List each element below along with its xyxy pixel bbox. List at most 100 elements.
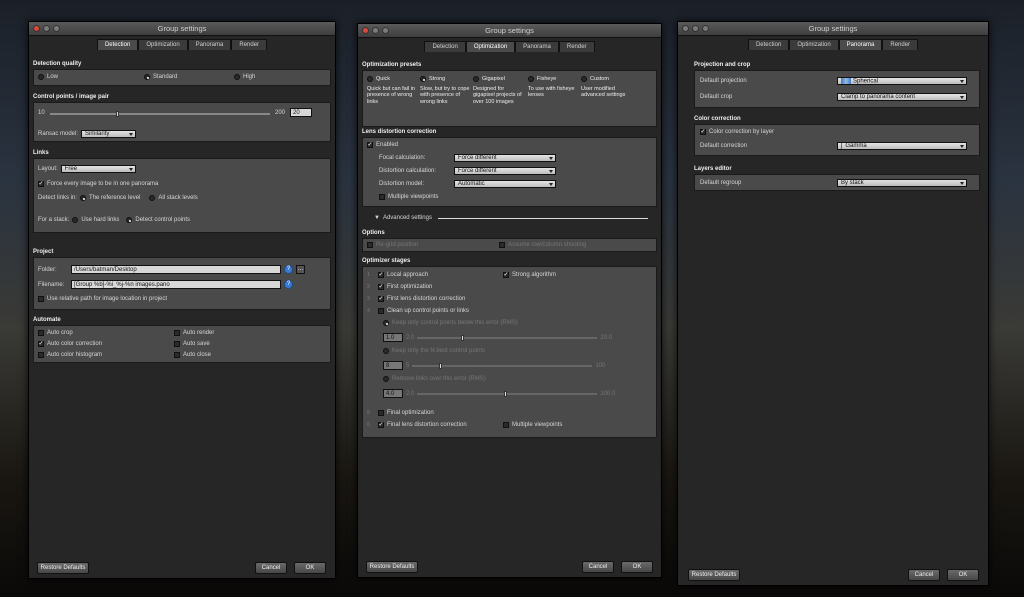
all-stack-levels-radio[interactable]	[149, 195, 156, 201]
close-window-icon[interactable]	[682, 25, 689, 32]
ok-button[interactable]: OK	[621, 561, 653, 573]
folder-field[interactable]: /Users/batman/Desktop	[71, 265, 281, 274]
keep-error-stepper[interactable]: 1.0	[383, 333, 403, 342]
cancel-button[interactable]: Cancel	[908, 569, 940, 581]
restore-defaults-button[interactable]: Restore Defaults	[688, 569, 740, 581]
local-approach-checkbox[interactable]: ✓	[378, 272, 384, 278]
multiple-viewpoints-checkbox[interactable]: Multiple viewpoints	[379, 194, 438, 200]
tab-detection[interactable]: Detection	[424, 41, 466, 52]
slider-knob[interactable]	[503, 390, 507, 397]
preset-custom[interactable]: Custom User modified advanced settings	[581, 76, 631, 99]
auto-crop-checkbox[interactable]: Auto crop	[38, 330, 73, 336]
close-window-icon[interactable]	[33, 25, 40, 32]
cleanup-checkbox[interactable]	[378, 308, 384, 314]
keep-n-radio[interactable]: Keep only the N best control points	[383, 348, 485, 354]
keep-error-radio[interactable]: Keep only control points below this erro…	[383, 320, 518, 326]
quality-low-radio[interactable]: Low	[38, 74, 58, 80]
auto-close-checkbox[interactable]: Auto close	[174, 352, 211, 358]
focal-select[interactable]: Force different	[454, 154, 556, 162]
tab-render[interactable]: Render	[558, 41, 595, 52]
regroup-select[interactable]: By stack	[837, 179, 967, 187]
browse-button[interactable]: …	[296, 265, 305, 274]
ok-button[interactable]: OK	[294, 562, 326, 574]
checkbox-label: Multiple viewpoints	[388, 194, 439, 200]
close-window-icon[interactable]	[362, 27, 369, 34]
force-one-panorama-checkbox[interactable]: ✓ Force every image to be in one panorama	[38, 181, 158, 187]
title-bar[interactable]: Group settings	[358, 24, 661, 38]
quality-standard-radio[interactable]: Standard	[144, 74, 177, 80]
stages-multiple-viewpoints-checkbox[interactable]: Multiple viewpoints	[503, 422, 562, 428]
color-by-layer-checkbox[interactable]: ✓ Color correction by layer	[700, 129, 774, 135]
regrid-checkbox[interactable]: Re-grid position	[367, 242, 418, 248]
tab-panorama[interactable]: Panorama	[515, 41, 559, 52]
restore-defaults-button[interactable]: Restore Defaults	[37, 562, 89, 574]
first-lens-checkbox[interactable]: ✓	[378, 296, 384, 302]
tab-panorama[interactable]: Panorama	[187, 39, 232, 50]
preset-fisheye[interactable]: Fisheye To use with fisheye lenses	[528, 76, 580, 99]
tab-optimization[interactable]: Optimization	[138, 39, 188, 50]
zoom-window-icon[interactable]	[53, 25, 60, 32]
remove-links-radio[interactable]: Remove links over this error (RMS)	[383, 376, 486, 382]
final-lens-checkbox[interactable]: ✓	[378, 422, 384, 428]
layout-select[interactable]: Free	[60, 165, 136, 173]
quality-high-radio[interactable]: High	[234, 74, 255, 80]
tab-detection[interactable]: Detection	[96, 39, 139, 50]
auto-save-checkbox[interactable]: Auto save	[174, 341, 210, 347]
lens-enabled-checkbox[interactable]: ✓ Enabled	[367, 142, 398, 148]
correction-select[interactable]: ʃ Gamma	[837, 142, 967, 150]
row-column-checkbox[interactable]: Assume row/column shooting	[499, 242, 586, 248]
tab-detection[interactable]: Detection	[747, 39, 790, 50]
auto-render-checkbox[interactable]: Auto render	[174, 330, 214, 336]
zoom-window-icon[interactable]	[382, 27, 389, 34]
minimize-window-icon[interactable]	[692, 25, 699, 32]
model-select[interactable]: Automatic	[454, 180, 556, 188]
remove-links-stepper[interactable]: 4.0	[383, 389, 403, 398]
detect-control-points-radio[interactable]	[126, 217, 133, 223]
filename-field[interactable]: [Group %b]-%i_%j-%n images.pano	[71, 280, 281, 289]
checkbox-icon	[367, 242, 373, 248]
projection-select[interactable]: Spherical	[837, 77, 967, 85]
relative-path-checkbox[interactable]: Use relative path for image location in …	[38, 296, 167, 302]
keep-n-stepper[interactable]: 8	[383, 361, 403, 370]
zoom-window-icon[interactable]	[702, 25, 709, 32]
cancel-button[interactable]: Cancel	[582, 561, 614, 573]
preset-strong[interactable]: Strong Slow, but try to cope with presenc…	[420, 76, 472, 105]
remove-links-slider[interactable]	[417, 390, 598, 397]
minimize-window-icon[interactable]	[43, 25, 50, 32]
auto-color-histogram-checkbox[interactable]: Auto color histogram	[38, 352, 102, 358]
crop-select[interactable]: Clamp to panorama content	[837, 93, 967, 101]
final-optimization-checkbox[interactable]	[378, 410, 384, 416]
tab-optimization[interactable]: Optimization	[789, 39, 839, 50]
strong-algorithm-checkbox[interactable]: ✓ Strong algorithm	[503, 272, 556, 278]
help-icon[interactable]: ?	[284, 265, 293, 274]
preset-quick[interactable]: Quick Quick but can fail in presence of w…	[367, 76, 419, 105]
keep-n-slider[interactable]	[412, 362, 593, 369]
tab-panorama[interactable]: Panorama	[838, 39, 883, 50]
tab-optimization[interactable]: Optimization	[465, 41, 516, 52]
ransac-select[interactable]: Similarity	[81, 130, 137, 138]
tab-render[interactable]: Render	[882, 39, 919, 50]
checkbox-label: Multiple viewpoints	[512, 422, 563, 428]
minimize-window-icon[interactable]	[372, 27, 379, 34]
title-bar[interactable]: Group settings	[29, 22, 335, 36]
slider-knob[interactable]	[116, 111, 119, 117]
distortion-select[interactable]: Force different	[454, 167, 556, 175]
advanced-settings-toggle[interactable]: ▼ Advanced settings	[374, 215, 432, 221]
slider-knob[interactable]	[460, 334, 464, 341]
control-points-stepper[interactable]: 20	[290, 108, 312, 117]
tab-render[interactable]: Render	[231, 39, 268, 50]
use-hard-links-radio[interactable]	[72, 217, 79, 223]
preset-gigapixel[interactable]: Gigapixel Designed for gigapixel projects…	[473, 76, 525, 105]
restore-defaults-button[interactable]: Restore Defaults	[366, 561, 418, 573]
help-icon[interactable]: ?	[284, 280, 293, 289]
title-bar[interactable]: Group settings	[678, 22, 988, 36]
cancel-button[interactable]: Cancel	[255, 562, 287, 574]
slider-knob[interactable]	[439, 362, 443, 369]
reference-level-radio[interactable]	[80, 195, 87, 201]
ok-button[interactable]: OK	[947, 569, 979, 581]
control-points-slider[interactable]	[50, 111, 270, 117]
keep-error-slider[interactable]	[417, 334, 598, 341]
auto-color-correction-checkbox[interactable]: ✓ Auto color correction	[38, 341, 102, 347]
preset-label: Quick	[376, 76, 391, 82]
first-optimization-checkbox[interactable]: ✓	[378, 284, 384, 290]
